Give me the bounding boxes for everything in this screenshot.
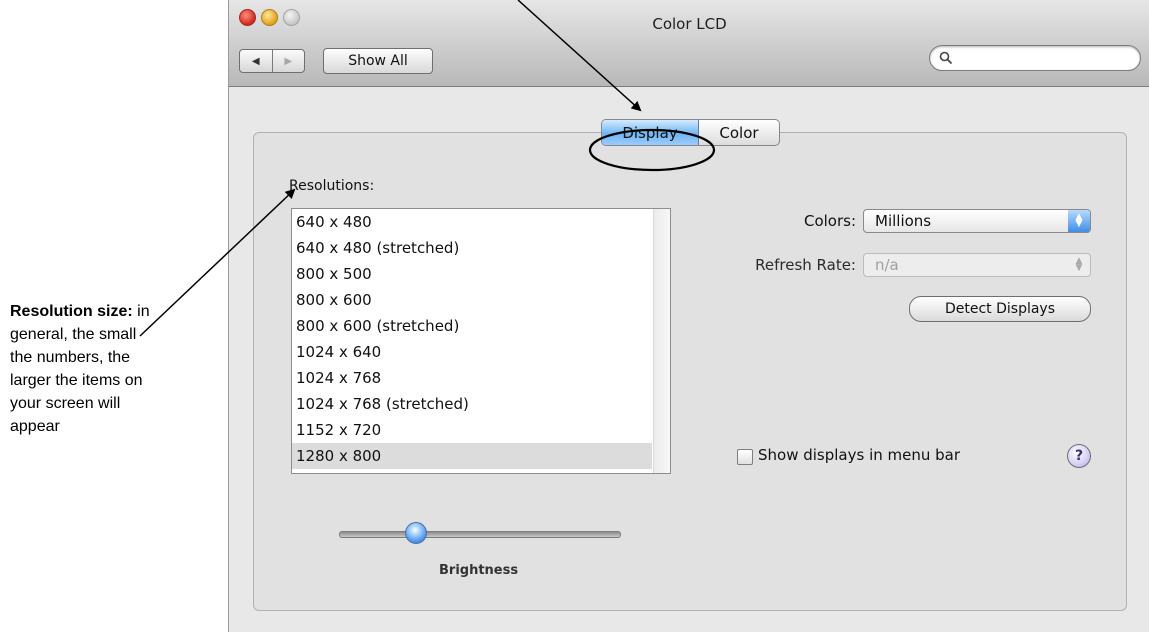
back-arrow-button[interactable]: ◀: [240, 50, 272, 72]
tab-display[interactable]: Display: [602, 120, 699, 145]
resolution-item[interactable]: 1024 x 768: [292, 365, 652, 391]
back-forward-control: ◀ ▶: [239, 49, 305, 73]
colors-popup[interactable]: Millions ▲ ▼: [863, 209, 1091, 233]
help-button[interactable]: ?: [1067, 444, 1091, 468]
resolution-item[interactable]: 1024 x 768 (stretched): [292, 391, 652, 417]
window-titlebar: Color LCD ◀ ▶ Show All: [229, 0, 1149, 87]
brightness-slider[interactable]: [339, 531, 621, 538]
resolution-item[interactable]: 800 x 600: [292, 287, 652, 313]
popup-arrows-icon: ▲ ▼: [1068, 210, 1090, 232]
resolution-item[interactable]: 640 x 480: [292, 209, 652, 235]
display-preferences-window: Color LCD ◀ ▶ Show All Display Color Res…: [228, 0, 1149, 632]
colors-label: Colors:: [803, 212, 856, 230]
forward-arrow-button[interactable]: ▶: [271, 50, 305, 72]
search-icon: [939, 51, 953, 65]
refresh-rate-value: n/a: [875, 256, 899, 274]
annotation-text: in general, the small the numbers, the l…: [10, 303, 150, 435]
resolutions-scrollbar[interactable]: [653, 209, 670, 473]
tab-color[interactable]: Color: [699, 120, 779, 145]
brightness-slider-knob[interactable]: [404, 522, 427, 544]
annotation-title: Resolution size:: [10, 303, 133, 320]
show-all-button[interactable]: Show All: [323, 48, 433, 74]
resolution-item[interactable]: 1024 x 640: [292, 339, 652, 365]
resolution-item[interactable]: 800 x 500: [292, 261, 652, 287]
annotation-callout: Resolution size: in general, the small t…: [10, 300, 160, 438]
resolution-item-selected[interactable]: 1280 x 800: [292, 443, 652, 469]
resolution-item[interactable]: 800 x 600 (stretched): [292, 313, 652, 339]
window-title: Color LCD: [652, 15, 727, 33]
popup-arrows-icon: ▲ ▼: [1075, 256, 1083, 273]
colors-value: Millions: [875, 212, 932, 230]
detect-displays-button[interactable]: Detect Displays: [909, 296, 1091, 322]
refresh-rate-popup[interactable]: n/a ▲ ▼: [863, 253, 1091, 277]
resolutions-label: Resolutions:: [289, 178, 375, 194]
resolution-item[interactable]: 1152 x 720: [292, 417, 652, 443]
brightness-label: Brightness: [439, 563, 519, 578]
show-displays-label[interactable]: Show displays in menu bar: [758, 446, 960, 464]
refresh-rate-label: Refresh Rate:: [755, 256, 856, 274]
resolution-item[interactable]: 640 x 480 (stretched): [292, 235, 652, 261]
search-field[interactable]: [929, 45, 1141, 71]
resolutions-list[interactable]: 640 x 480 640 x 480 (stretched) 800 x 50…: [291, 208, 671, 474]
show-displays-checkbox[interactable]: [737, 449, 753, 465]
tab-bar: Display Color: [601, 119, 780, 146]
